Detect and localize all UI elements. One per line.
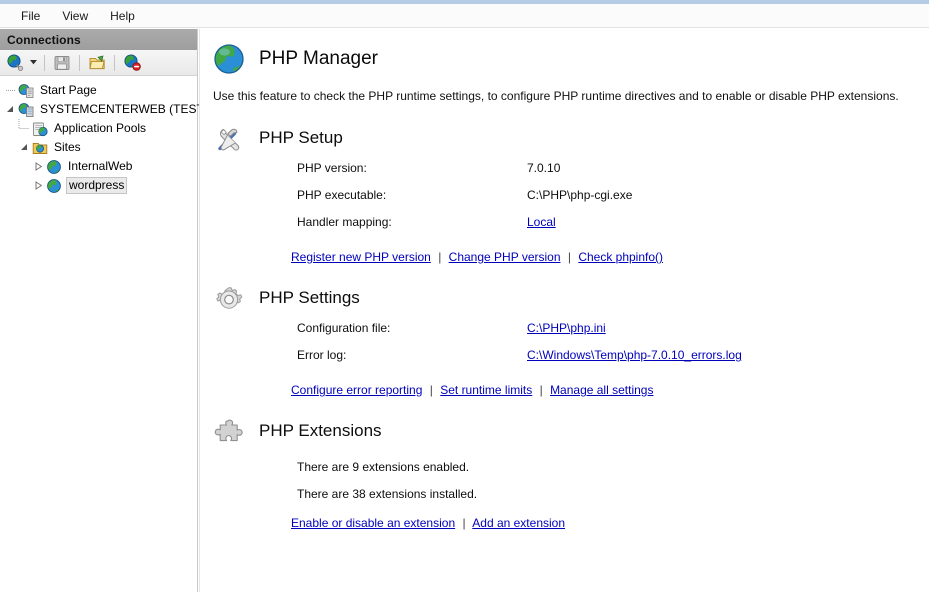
set-runtime-limits-link[interactable]: Set runtime limits (440, 383, 532, 397)
configure-error-reporting-link[interactable]: Configure error reporting (291, 383, 422, 397)
row-php-version: PHP version: 7.0.10 (297, 161, 929, 188)
row-label: PHP version: (297, 161, 367, 175)
tree-item-label: Start Page (40, 83, 97, 97)
section-title: PHP Settings (259, 288, 360, 307)
tree-item-label: SYSTEMCENTERWEB (TEST1\ (40, 102, 214, 116)
handler-mapping-link[interactable]: Local (527, 215, 556, 229)
server-icon (17, 101, 34, 118)
php-manager-content: PHP Manager Use this feature to check th… (199, 29, 929, 592)
toolbar-separator (79, 54, 80, 71)
start-page-icon (17, 82, 34, 99)
expander-expanded-icon[interactable] (18, 138, 31, 157)
row-configuration-file: Configuration file: C:\PHP\php.ini (297, 321, 929, 348)
section-title: PHP Setup (259, 128, 343, 147)
application-pools-icon (31, 120, 48, 137)
link-separator: | (438, 250, 442, 264)
row-value: C:\PHP\php-cgi.exe (527, 188, 633, 202)
section-title: PHP Extensions (259, 421, 382, 440)
extensions-installed-text: There are 38 extensions installed. (297, 487, 478, 501)
row-php-executable: PHP executable: C:\PHP\php-cgi.exe (297, 188, 929, 215)
page-header: PHP Manager (200, 29, 929, 75)
extensions-links: Enable or disable an extension | Add an … (213, 516, 929, 530)
php-manager-globe-icon (213, 43, 245, 75)
tree-dotline (4, 81, 17, 100)
tree-item-wordpress[interactable]: wordpress (0, 176, 197, 195)
puzzle-piece-icon (213, 417, 245, 449)
error-log-link[interactable]: C:\Windows\Temp\php-7.0.10_errors.log (527, 348, 742, 362)
row-handler-mapping: Handler mapping: Local (297, 215, 929, 242)
disconnect-icon[interactable] (121, 52, 143, 74)
manage-all-settings-link[interactable]: Manage all settings (550, 383, 653, 397)
enable-or-disable-extension-link[interactable]: Enable or disable an extension (291, 516, 455, 530)
section-header: PHP Extensions (213, 415, 929, 449)
tree-item-application-pools[interactable]: Application Pools (0, 119, 197, 138)
tree-item-label: Application Pools (54, 121, 147, 135)
register-new-php-version-link[interactable]: Register new PHP version (291, 250, 431, 264)
tree-item-internalweb[interactable]: InternalWeb (0, 157, 197, 176)
section-header: PHP Settings (213, 282, 929, 316)
toolbar-separator (114, 54, 115, 71)
row-label: Error log: (297, 348, 347, 362)
expander-collapsed-icon[interactable] (32, 176, 45, 195)
tree-item-server[interactable]: SYSTEMCENTERWEB (TEST1\ (0, 100, 214, 119)
connections-title: Connections (7, 32, 81, 47)
settings-links: Configure error reporting | Set runtime … (213, 383, 929, 397)
page-description: Use this feature to check the PHP runtim… (213, 89, 899, 103)
menu-item-help[interactable]: Help (99, 6, 146, 26)
connections-tree: Start Page SYSTEMCENTERWEB (TEST1\ Appli… (0, 76, 214, 195)
add-an-extension-link[interactable]: Add an extension (472, 516, 565, 530)
row-label: Handler mapping: (297, 215, 392, 229)
row-label: Configuration file: (297, 321, 391, 335)
open-site-icon[interactable] (86, 52, 108, 74)
section-body: PHP version: 7.0.10 PHP executable: C:\P… (213, 161, 929, 242)
section-php-setup: PHP Setup PHP version: 7.0.10 PHP execut… (200, 122, 929, 264)
website-icon (45, 158, 62, 175)
section-php-settings: PHP Settings Configuration file: C:\PHP\… (200, 282, 929, 397)
tree-dotline (18, 119, 31, 138)
tree-item-start-page[interactable]: Start Page (0, 81, 197, 100)
gear-icon (213, 284, 245, 316)
expander-expanded-icon[interactable] (4, 100, 17, 119)
connections-toolbar (0, 50, 197, 76)
connect-to-icon[interactable] (4, 52, 26, 74)
website-icon (45, 177, 62, 194)
extensions-enabled-text: There are 9 extensions enabled. (297, 460, 470, 474)
link-separator: | (567, 250, 571, 264)
section-php-extensions: PHP Extensions There are 9 extensions en… (200, 415, 929, 530)
configuration-file-link[interactable]: C:\PHP\php.ini (527, 321, 606, 335)
menu-bar: File View Help (0, 4, 929, 28)
row-value: 7.0.10 (527, 161, 561, 175)
tree-item-label: Sites (54, 140, 81, 154)
toolbar-separator (44, 54, 45, 71)
chevron-down-icon[interactable] (28, 52, 38, 74)
save-connections-icon[interactable] (51, 52, 73, 74)
section-body: Configuration file: C:\PHP\php.ini Error… (213, 321, 929, 375)
section-body: There are 9 extensions enabled. There ar… (213, 454, 929, 508)
section-header: PHP Setup (213, 122, 929, 156)
connections-header: Connections (0, 29, 197, 50)
change-php-version-link[interactable]: Change PHP version (449, 250, 561, 264)
page-title: PHP Manager (259, 48, 378, 69)
row-error-log: Error log: C:\Windows\Temp\php-7.0.10_er… (297, 348, 929, 375)
link-separator: | (539, 383, 543, 397)
check-phpinfo-link[interactable]: Check phpinfo() (578, 250, 663, 264)
row-label: PHP executable: (297, 188, 387, 202)
menu-item-view[interactable]: View (51, 6, 99, 26)
tree-item-sites[interactable]: Sites (0, 138, 197, 157)
tools-icon (213, 124, 245, 156)
link-separator: | (429, 383, 433, 397)
iis-manager-window: File View Help Connections Start Page SY… (0, 0, 929, 592)
connections-pane: Connections Start Page SYSTEMCENTERWEB (… (0, 29, 214, 592)
expander-collapsed-icon[interactable] (32, 157, 45, 176)
tree-item-label: wordpress (66, 177, 128, 194)
menu-item-file[interactable]: File (10, 6, 51, 26)
sites-folder-icon (31, 139, 48, 156)
tree-item-label: InternalWeb (68, 159, 133, 173)
setup-links: Register new PHP version | Change PHP ve… (213, 250, 929, 264)
link-separator: | (462, 516, 466, 530)
